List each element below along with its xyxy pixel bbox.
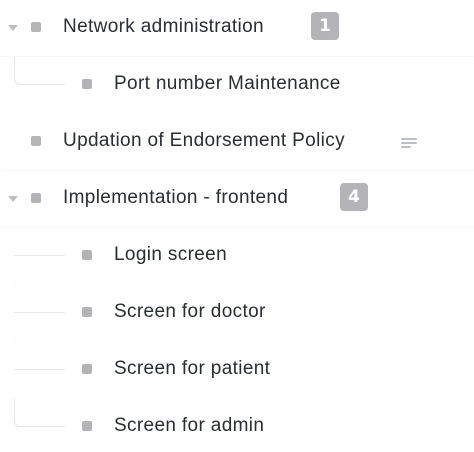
subtask-count-badge[interactable]: 4 [340,183,368,211]
subtask-name[interactable]: Screen for patient [114,357,270,381]
subtask-name[interactable]: Screen for admin [114,414,264,438]
subtask-row-login-screen[interactable]: Login screen [0,228,474,284]
subtask-row-port-number-maintenance[interactable]: Port number Maintenance [0,57,474,113]
subtask-status-square[interactable] [82,421,92,431]
subtask-status-square[interactable] [82,79,92,89]
expand-caret-icon[interactable] [8,196,18,202]
task-status-square[interactable] [31,136,41,146]
task-name[interactable]: Updation of Endorsement Policy [63,129,345,153]
subtask-status-square[interactable] [82,364,92,374]
subtask-row-screen-for-admin[interactable]: Screen for admin [0,399,474,452]
subtask-count-badge[interactable]: 1 [311,12,339,40]
task-row-network-administration[interactable]: Network administration 1 [0,0,474,56]
subtask-name[interactable]: Screen for doctor [114,300,266,324]
subtask-name[interactable]: Port number Maintenance [114,72,341,96]
task-name[interactable]: Network administration [63,15,264,39]
tree-connector [14,369,65,370]
description-lines-icon [401,138,417,149]
subtask-row-screen-for-patient[interactable]: Screen for patient [0,342,474,398]
tree-connector [14,57,65,85]
subtask-name[interactable]: Login screen [114,243,227,267]
task-name[interactable]: Implementation - frontend [63,186,288,210]
tree-connector [14,312,65,313]
subtask-status-square[interactable] [82,307,92,317]
task-status-square[interactable] [31,193,41,203]
task-status-square[interactable] [31,22,41,32]
tree-connector [14,255,65,256]
task-list: Network administration 1 Port number Mai… [0,0,474,452]
expand-caret-icon[interactable] [8,25,18,31]
subtask-status-square[interactable] [82,250,92,260]
tree-connector [14,399,65,427]
subtask-row-screen-for-doctor[interactable]: Screen for doctor [0,285,474,341]
task-row-updation-of-endorsement-policy[interactable]: Updation of Endorsement Policy [0,114,474,170]
task-row-implementation-frontend[interactable]: Implementation - frontend 4 [0,171,474,227]
